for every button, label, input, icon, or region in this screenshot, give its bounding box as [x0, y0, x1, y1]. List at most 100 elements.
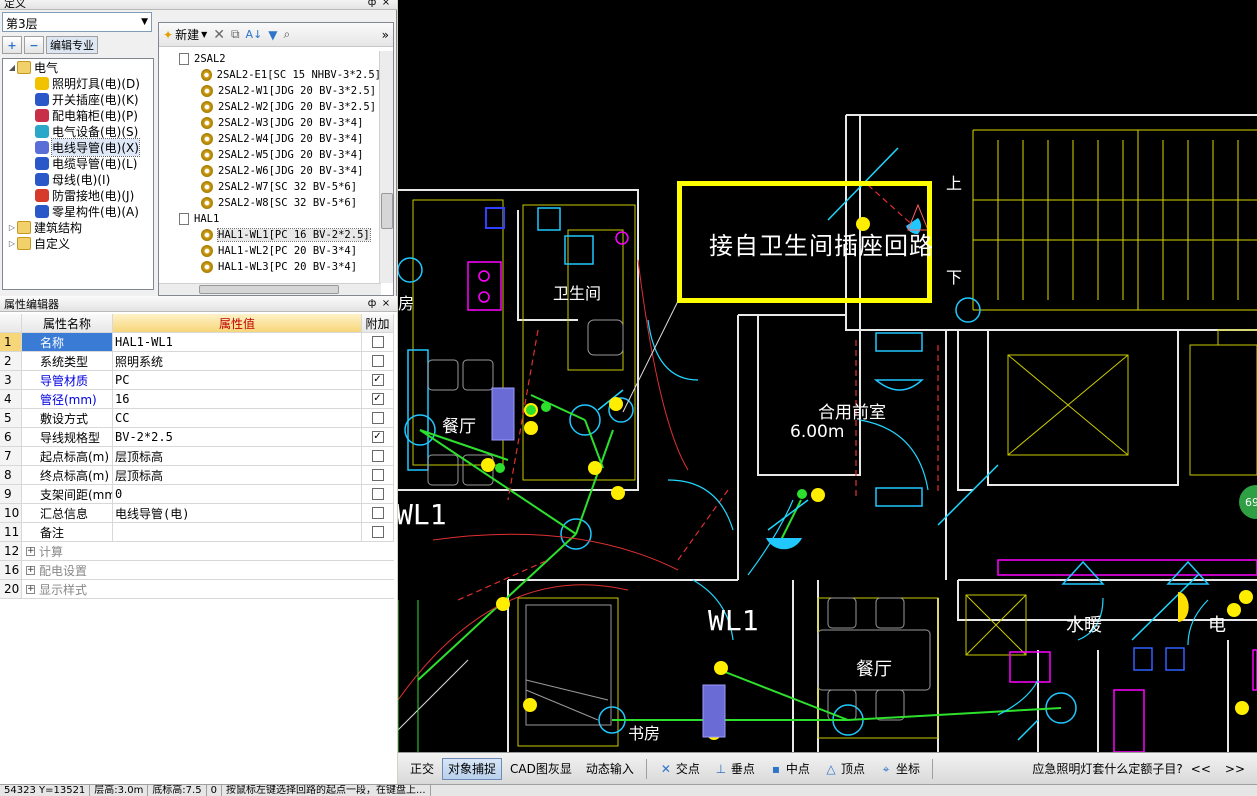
- delete-icon[interactable]: ✕: [213, 27, 225, 43]
- property-value[interactable]: 电线导管(电): [113, 504, 362, 522]
- expand-icon[interactable]: +: [26, 546, 35, 556]
- snap-option[interactable]: ⊥ 垂点: [708, 758, 761, 780]
- list-vertical-scrollbar[interactable]: [379, 51, 393, 283]
- extra-checkbox[interactable]: [371, 336, 384, 348]
- status-toggle-button[interactable]: 动态输入: [580, 758, 640, 780]
- list-item[interactable]: HAL1-WL3[PC 20 BV-3*4]: [159, 259, 381, 275]
- list-item[interactable]: 2SAL2-W1[JDG 20 BV-3*2.5]: [159, 83, 381, 99]
- list-item[interactable]: 2SAL2-W5[JDG 20 BV-3*4]: [159, 147, 381, 163]
- toolbar-more-button[interactable]: »: [382, 28, 389, 42]
- tree-node[interactable]: 开关插座(电)(K): [3, 91, 153, 107]
- snap-option[interactable]: ✕ 交点: [653, 758, 706, 780]
- property-group-row[interactable]: 16 + 配电设置: [0, 561, 394, 580]
- collapse-icon[interactable]: ◢: [7, 63, 17, 72]
- property-row[interactable]: 11 备注: [0, 523, 394, 542]
- close-icon[interactable]: ×: [379, 0, 393, 8]
- status-toggle-button[interactable]: 对象捕捉: [442, 757, 503, 780]
- status-toggle-button[interactable]: 正交: [404, 758, 440, 780]
- expand-icon[interactable]: +: [26, 565, 35, 575]
- list-item[interactable]: 2SAL2-E1[SC 15 NHBV-3*2.5]: [159, 67, 381, 83]
- property-value[interactable]: [113, 523, 362, 541]
- previous-tip-button[interactable]: <<: [1185, 758, 1217, 780]
- list-group[interactable]: HAL1: [159, 211, 381, 227]
- extra-checkbox[interactable]: [371, 450, 384, 462]
- snap-option[interactable]: ▪ 中点: [763, 758, 816, 780]
- property-value[interactable]: 层顶标高: [113, 466, 362, 484]
- status-toggle-button[interactable]: CAD图灰显: [504, 758, 578, 780]
- property-row[interactable]: 3 导管材质 PC ✓: [0, 371, 394, 390]
- extra-checkbox[interactable]: [371, 355, 384, 367]
- tree-node[interactable]: 电缆导管(电)(L): [3, 155, 153, 171]
- property-value[interactable]: HAL1-WL1: [113, 333, 362, 351]
- property-row[interactable]: 5 敷设方式 CC: [0, 409, 394, 428]
- list-item[interactable]: 2SAL2-W3[JDG 20 BV-3*4]: [159, 115, 381, 131]
- filter-icon[interactable]: ▼: [268, 28, 277, 42]
- snap-option[interactable]: △ 顶点: [818, 758, 871, 780]
- help-question-link[interactable]: 应急照明灯套什么定额子目?: [1032, 760, 1182, 777]
- tree-node[interactable]: 防雷接地(电)(J): [3, 187, 153, 203]
- property-row[interactable]: 1 名称 HAL1-WL1: [0, 333, 394, 352]
- property-value[interactable]: PC: [113, 371, 362, 389]
- list-item[interactable]: HAL1-WL2[PC 20 BV-3*4]: [159, 243, 381, 259]
- collapse-all-button[interactable]: −: [24, 36, 44, 54]
- property-value[interactable]: 16: [113, 390, 362, 408]
- tree-node[interactable]: ▷ 自定义: [3, 235, 153, 251]
- new-button[interactable]: ✦ 新建 ▼: [163, 26, 207, 43]
- pin-icon[interactable]: ф: [365, 298, 379, 309]
- property-value[interactable]: 0: [113, 485, 362, 503]
- property-group-row[interactable]: 12 + 计算: [0, 542, 394, 561]
- property-value[interactable]: 照明系统: [113, 352, 362, 370]
- list-item[interactable]: 2SAL2-W6[JDG 20 BV-3*4]: [159, 163, 381, 179]
- find-icon[interactable]: ⌕: [284, 27, 291, 42]
- list-item[interactable]: HAL1-WL1[PC 16 BV-2*2.5]: [159, 227, 381, 243]
- pin-icon[interactable]: ф: [365, 0, 379, 8]
- sort-icon[interactable]: A↓: [246, 28, 263, 41]
- property-value[interactable]: CC: [113, 409, 362, 427]
- extra-checkbox[interactable]: ✓: [371, 431, 384, 443]
- extra-checkbox[interactable]: [371, 469, 384, 481]
- tree-node[interactable]: ◢ 电气: [3, 59, 153, 75]
- extra-checkbox[interactable]: [371, 507, 384, 519]
- next-tip-button[interactable]: >>: [1219, 758, 1251, 780]
- edit-discipline-tab[interactable]: 编辑专业: [46, 36, 98, 54]
- tree-node[interactable]: 电气设备(电)(S): [3, 123, 153, 139]
- dropdown-arrow-icon[interactable]: ▼: [141, 17, 148, 27]
- list-item[interactable]: 2SAL2-W2[JDG 20 BV-3*2.5]: [159, 99, 381, 115]
- list-item[interactable]: 2SAL2-W8[SC 32 BV-5*6]: [159, 195, 381, 211]
- tree-node[interactable]: 配电箱柜(电)(P): [3, 107, 153, 123]
- property-row[interactable]: 4 管径(mm) 16 ✓: [0, 390, 394, 409]
- snap-option[interactable]: ⌖ 坐标: [873, 758, 926, 780]
- cad-drawing-canvas[interactable]: 接自卫生间插座回路 卫生间 餐厅 合用前室 6.00m WL1 WL1 餐厅 水…: [398, 0, 1257, 752]
- property-value[interactable]: 层顶标高: [113, 447, 362, 465]
- property-row[interactable]: 7 起点标高(m) 层顶标高: [0, 447, 394, 466]
- property-row[interactable]: 8 终点标高(m) 层顶标高: [0, 466, 394, 485]
- tree-node[interactable]: 电线导管(电)(X): [3, 137, 153, 157]
- close-icon[interactable]: ×: [379, 298, 393, 309]
- property-row[interactable]: 9 支架间距(mm 0: [0, 485, 394, 504]
- property-value[interactable]: BV-2*2.5: [113, 428, 362, 446]
- tree-node[interactable]: 母线(电)(I): [3, 171, 153, 187]
- scrollbar-thumb[interactable]: [381, 193, 393, 229]
- list-horizontal-scrollbar[interactable]: [159, 283, 381, 295]
- extra-checkbox[interactable]: [371, 526, 384, 538]
- scrollbar-thumb[interactable]: [199, 285, 339, 294]
- property-group-row[interactable]: 20 + 显示样式: [0, 580, 394, 599]
- expand-icon[interactable]: +: [26, 584, 35, 594]
- expand-all-button[interactable]: +: [2, 36, 22, 54]
- extra-checkbox[interactable]: ✓: [371, 374, 384, 386]
- floor-select[interactable]: 第3层 ▼: [2, 12, 152, 32]
- property-row[interactable]: 10 汇总信息 电线导管(电): [0, 504, 394, 523]
- expand-icon[interactable]: ▷: [7, 223, 17, 232]
- tree-node[interactable]: ▷ 建筑结构: [3, 219, 153, 235]
- extra-checkbox[interactable]: [371, 412, 384, 424]
- list-item[interactable]: 2SAL2-W7[SC 32 BV-5*6]: [159, 179, 381, 195]
- property-row[interactable]: 2 系统类型 照明系统: [0, 352, 394, 371]
- extra-checkbox[interactable]: [371, 488, 384, 500]
- list-item[interactable]: 2SAL2-W4[JDG 20 BV-3*4]: [159, 131, 381, 147]
- list-group[interactable]: 2SAL2: [159, 51, 381, 67]
- expand-icon[interactable]: ▷: [7, 239, 17, 248]
- tree-node[interactable]: 照明灯具(电)(D): [3, 75, 153, 91]
- tree-node[interactable]: 零星构件(电)(A): [3, 203, 153, 219]
- copy-icon[interactable]: ⧉: [231, 27, 240, 42]
- extra-checkbox[interactable]: ✓: [371, 393, 384, 405]
